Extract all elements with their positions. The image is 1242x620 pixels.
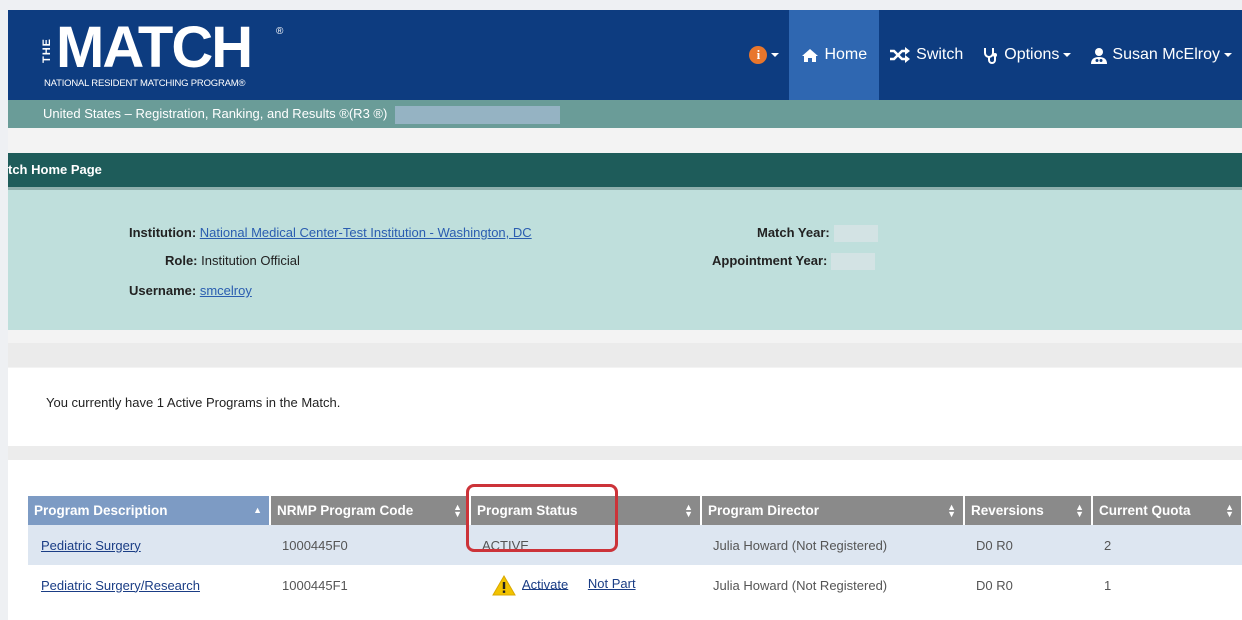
home-icon — [802, 48, 819, 62]
col-header-description[interactable]: Program Description ▲ — [28, 496, 271, 525]
program-code: 1000445F1 — [282, 577, 348, 593]
redacted-block — [833, 225, 878, 243]
user-doctor-icon — [1091, 47, 1108, 64]
col-header-reversions[interactable]: Reversions ▲ ▼ — [964, 496, 1093, 525]
not-part-link[interactable]: Not Part — [588, 576, 636, 591]
notice-text: You currently have 1 Active Programs in … — [46, 395, 341, 410]
program-code: 1000445F0 — [270, 525, 470, 565]
reversions: D0 R0 — [964, 525, 1092, 565]
logo-match: MATCH — [56, 15, 253, 80]
active-programs-notice: You currently have 1 Active Programs in … — [8, 368, 1242, 446]
current-quota: 2 — [1092, 525, 1242, 565]
main-nav: i Home Switch Options Susan McElroy — [739, 10, 1242, 100]
chevron-down-icon — [771, 53, 780, 57]
col-header-quota[interactable]: Current Quota ▲ ▼ — [1092, 496, 1242, 525]
page-title-bar: tch Home Page — [8, 153, 1242, 190]
nav-options[interactable]: Options — [973, 10, 1081, 100]
appointment-year-label: Appointment Year: — [712, 253, 828, 268]
stethoscope-icon — [984, 47, 998, 64]
top-navbar: THE MATCH ® NATIONAL RESIDENT MATCHING P… — [8, 10, 1242, 100]
info-menu[interactable]: i — [739, 10, 789, 100]
divider-strip — [8, 343, 1242, 367]
activate-link[interactable]: Activate — [522, 576, 568, 591]
logo-subtitle: NATIONAL RESIDENT MATCHING PROGRAM® — [44, 78, 246, 89]
programs-table: Program Description ▲ NRMP Program Code ▲ ▼… — [28, 496, 1242, 605]
logo-registered: ® — [276, 26, 284, 37]
program-status-actions: Activate Not Part — [470, 565, 701, 605]
program-subbar: United States – Registration, Ranking, a… — [8, 100, 1242, 128]
role-value: Institution Official — [201, 253, 300, 268]
role-row: Role: Institution Official — [165, 253, 300, 268]
role-label: Role: — [165, 253, 198, 268]
redacted-block — [831, 253, 876, 271]
reversions: D0 R0 — [976, 577, 1013, 593]
sort-icon: ▲ ▼ — [947, 502, 956, 519]
table-row: Pediatric Surgery 1000445F0 ACTIVE Julia… — [28, 525, 1242, 565]
table-row: Pediatric Surgery/Research 1000445F1 Act… — [28, 565, 1242, 605]
sort-icon: ▲ ▼ — [453, 502, 462, 519]
appointment-year-row: Appointment Year: — [712, 253, 876, 271]
col-header-director[interactable]: Program Director ▲ ▼ — [701, 496, 965, 525]
institution-info-panel: Institution: National Medical Center-Tes… — [8, 190, 1242, 330]
col-header-code[interactable]: NRMP Program Code ▲ ▼ — [270, 496, 471, 525]
info-icon: i — [749, 46, 768, 64]
sort-icon: ▲ ▼ — [684, 502, 693, 519]
institution-row: Institution: National Medical Center-Tes… — [129, 225, 532, 240]
nav-home-label: Home — [824, 46, 868, 63]
username-label: Username: — [129, 283, 197, 298]
shuffle-icon — [890, 47, 911, 63]
username-row: Username: smcelroy — [129, 283, 252, 298]
page-title: tch Home Page — [8, 162, 102, 177]
match-year-row: Match Year: — [757, 225, 878, 243]
nav-switch[interactable]: Switch — [879, 10, 973, 100]
nav-options-label: Options — [1004, 46, 1060, 63]
program-link[interactable]: Pediatric Surgery — [41, 538, 141, 553]
programs-section: Program Description ▲ NRMP Program Code ▲ ▼… — [8, 460, 1242, 620]
app-frame: THE MATCH ® NATIONAL RESIDENT MATCHING P… — [8, 10, 1242, 620]
program-status: ACTIVE — [470, 525, 701, 565]
program-director: Julia Howard (Not Registered) — [713, 577, 888, 593]
divider-strip — [8, 446, 1242, 460]
user-name: Susan McElroy — [1112, 46, 1220, 63]
nav-home[interactable]: Home — [789, 10, 880, 100]
program-link[interactable]: Pediatric Surgery/Research — [41, 578, 200, 593]
subbar-text: United States – Registration, Ranking, a… — [43, 106, 388, 121]
col-header-status[interactable]: Program Status ▲ ▼ — [470, 496, 702, 525]
institution-label: Institution: — [129, 225, 197, 240]
current-quota: 1 — [1104, 577, 1112, 593]
institution-link[interactable]: National Medical Center-Test Institution… — [200, 225, 532, 240]
redacted-block — [395, 105, 561, 124]
warning-icon — [492, 574, 516, 595]
table-header-row: Program Description ▲ NRMP Program Code ▲ ▼… — [28, 496, 1242, 525]
chevron-down-icon — [1224, 53, 1232, 57]
username-link[interactable]: smcelroy — [200, 283, 252, 298]
program-director: Julia Howard (Not Registered) — [701, 525, 964, 565]
sort-asc-icon: ▲ — [253, 505, 262, 515]
nav-switch-label: Switch — [916, 46, 964, 63]
user-menu[interactable]: Susan McElroy — [1081, 10, 1242, 100]
match-year-label: Match Year: — [757, 225, 830, 240]
chevron-down-icon — [1063, 53, 1072, 57]
sort-icon: ▲ ▼ — [1225, 502, 1234, 519]
sort-icon: ▲ ▼ — [1075, 502, 1084, 519]
